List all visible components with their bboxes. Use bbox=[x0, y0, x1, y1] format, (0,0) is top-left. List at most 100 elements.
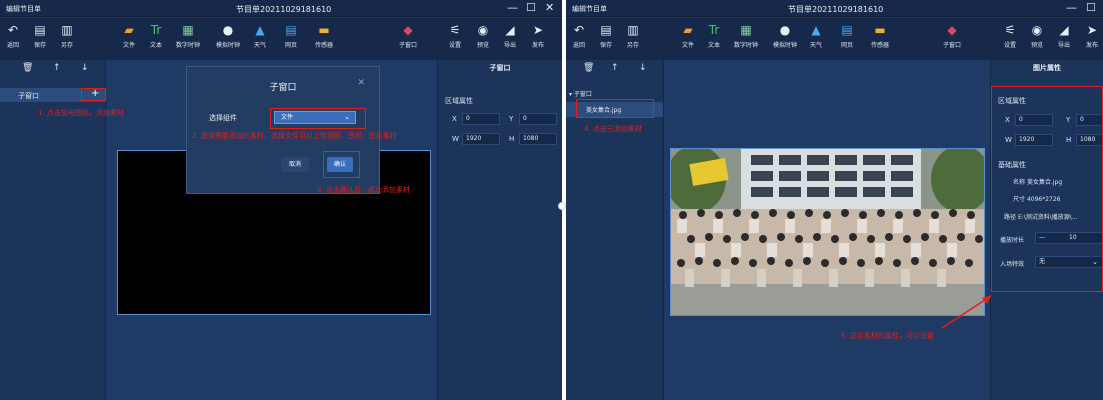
annotation-arrow bbox=[941, 295, 992, 329]
sensor-label: 传感器 bbox=[314, 42, 333, 49]
y-input[interactable]: 0 bbox=[519, 113, 557, 125]
text-icon: Tr bbox=[150, 23, 162, 37]
save-as-button[interactable]: ▥ 另存 bbox=[49, 22, 85, 49]
close-button[interactable]: ✕ bbox=[545, 1, 554, 15]
move-up-icon[interactable]: ↑ bbox=[53, 63, 61, 73]
x-label: X bbox=[452, 115, 457, 123]
add-subwindow-button[interactable]: ◆ 子窗口 bbox=[934, 22, 970, 49]
h-label: H bbox=[509, 135, 515, 143]
toolbar: ↶ 返回 ▤ 保存 ▥ 另存 ▰ 文件 Tr 文本 ▦ 数字时钟 ● 模拟时钟 ▲ 天气 ▤ 网页… bbox=[0, 18, 562, 60]
annotation-box-confirm bbox=[323, 151, 360, 178]
publish-icon: ➤ bbox=[1086, 23, 1098, 37]
component-label: 选择组件 bbox=[209, 114, 237, 122]
annotation-step-4: 4. 点击已添加素材 bbox=[584, 125, 642, 133]
save-as-label: 另存 bbox=[60, 42, 73, 49]
annotation-box-add bbox=[81, 88, 106, 101]
y-label: Y bbox=[509, 115, 514, 123]
digital-clock-label: 数字时钟 bbox=[733, 42, 758, 49]
webpage-label: 网页 bbox=[284, 42, 297, 49]
move-up-icon[interactable]: ↑ bbox=[611, 63, 619, 73]
delete-icon[interactable]: 🗑 bbox=[22, 63, 33, 73]
region-section-title: 区域属性 bbox=[445, 97, 473, 105]
title-bar: 编辑节目单 节目单20211029181610 — ☐ ✕ bbox=[0, 0, 562, 17]
add-webpage-button[interactable]: ▤ 网页 bbox=[273, 22, 309, 49]
layer-tools: 🗑 ↑ ↓ bbox=[566, 60, 663, 78]
document-title: 节目单20211029181610 bbox=[788, 5, 884, 14]
subwindow-label: 子窗口 bbox=[398, 42, 417, 49]
digital-clock-icon: ▦ bbox=[182, 23, 194, 37]
subwindow-icon: ◆ bbox=[403, 23, 413, 37]
dialog-title: 子窗口 bbox=[269, 83, 297, 93]
move-down-icon[interactable]: ↓ bbox=[639, 63, 647, 73]
annotation-box-select bbox=[270, 108, 366, 129]
webpage-icon: ▤ bbox=[285, 23, 297, 37]
cancel-button[interactable]: 取消 bbox=[281, 157, 309, 172]
maximize-button[interactable]: ☐ bbox=[1086, 1, 1096, 15]
dialog-close-icon[interactable]: ✕ bbox=[357, 78, 365, 88]
property-panel: 子窗口 区域属性 X 0 Y 0 W 1920 H 1080 bbox=[437, 60, 562, 400]
app-name: 编辑节目单 bbox=[6, 5, 41, 13]
title-bar: 编辑节目单 节目单20211029181610 — ☐ bbox=[566, 0, 1103, 17]
annotation-step-2: 2. 选择需要添加的素材，选择文件可以上传视频、音频、图片素材 bbox=[192, 132, 397, 140]
subwindow-label: 子窗口 bbox=[942, 42, 961, 49]
analog-clock-icon: ● bbox=[222, 23, 234, 37]
text-icon: Tr bbox=[708, 23, 720, 37]
annotation-step-5: 5. 显示素材的属性，可以设置 bbox=[841, 332, 934, 340]
digital-clock-label: 数字时钟 bbox=[175, 42, 200, 49]
digital-clock-icon: ▦ bbox=[740, 23, 752, 37]
minimize-button[interactable]: — bbox=[1066, 1, 1077, 15]
add-sensor-button[interactable]: ▬ 传感器 bbox=[306, 22, 342, 49]
layer-tools: 🗑 ↑ ↓ bbox=[0, 60, 105, 78]
publish-label: 发布 bbox=[1085, 42, 1098, 49]
sensor-icon: ▬ bbox=[874, 23, 886, 37]
save-as-button[interactable]: ▥ 另存 bbox=[615, 22, 651, 49]
webpage-label: 网页 bbox=[840, 42, 853, 49]
panel-title: 图片属性 bbox=[1033, 64, 1061, 72]
w-label: W bbox=[452, 135, 459, 143]
analog-clock-label: 模拟时钟 bbox=[215, 42, 240, 49]
right-editor-window: 编辑节目单 节目单20211029181610 — ☐ ↶ 返回 ▤ 保存 ▥ 另存 … bbox=[566, 0, 1103, 400]
sensor-icon: ▬ bbox=[318, 23, 330, 37]
publish-button[interactable]: ➤ 发布 bbox=[520, 22, 556, 49]
panel-title: 子窗口 bbox=[489, 64, 511, 72]
w-input[interactable]: 1920 bbox=[462, 133, 500, 145]
tree-item-label: 子窗口 bbox=[18, 92, 39, 100]
add-text-button[interactable]: Tr 文本 bbox=[138, 22, 174, 49]
document-title: 节目单20211029181610 bbox=[236, 5, 332, 14]
publish-button[interactable]: ➤ 发布 bbox=[1074, 22, 1103, 49]
annotation-box-material bbox=[576, 99, 654, 118]
webpage-icon: ▤ bbox=[841, 23, 853, 37]
annotation-box-properties bbox=[991, 86, 1103, 292]
add-digital-clock-button[interactable]: ▦ 数字时钟 bbox=[170, 22, 206, 49]
add-analog-clock-button[interactable]: ● 模拟时钟 bbox=[210, 22, 246, 49]
x-input[interactable]: 0 bbox=[462, 113, 500, 125]
sensor-label: 传感器 bbox=[870, 42, 889, 49]
save-as-label: 另存 bbox=[626, 42, 639, 49]
subwindow-icon: ◆ bbox=[947, 23, 957, 37]
maximize-button[interactable]: ☐ bbox=[526, 1, 536, 15]
group-photo[interactable] bbox=[670, 148, 985, 316]
annotation-step-3: 3. 点击确认后，成功添加素材 bbox=[317, 186, 410, 194]
tree-parent-subwindow[interactable]: ▾ 子窗口 bbox=[569, 89, 592, 98]
delete-icon[interactable]: 🗑 bbox=[583, 63, 594, 73]
save-as-icon: ▥ bbox=[627, 23, 639, 37]
group-photo-image bbox=[671, 149, 984, 315]
h-input[interactable]: 1080 bbox=[519, 133, 557, 145]
save-as-icon: ▥ bbox=[61, 23, 73, 37]
add-subwindow-button[interactable]: ◆ 子窗口 bbox=[390, 22, 426, 49]
minimize-button[interactable]: — bbox=[507, 1, 518, 15]
app-name: 编辑节目单 bbox=[572, 5, 607, 13]
left-editor-window: 编辑节目单 节目单20211029181610 — ☐ ✕ ↶ 返回 ▤ 保存 ▥ 另… bbox=[0, 0, 562, 400]
add-digital-clock-button[interactable]: ▦ 数字时钟 bbox=[728, 22, 764, 49]
toolbar: ↶ 返回 ▤ 保存 ▥ 另存 ▰ 文件 Tr 文本 ▦ 数字时钟 ● 模拟时钟 ▲ 天气 ▤ 网页… bbox=[566, 18, 1103, 60]
divider-handle bbox=[558, 202, 566, 210]
add-webpage-button[interactable]: ▤ 网页 bbox=[829, 22, 865, 49]
annotation-step-1: 1. 点击加号图标，添加素材 bbox=[38, 109, 124, 117]
add-sensor-button[interactable]: ▬ 传感器 bbox=[862, 22, 898, 49]
add-text-button[interactable]: Tr 文本 bbox=[696, 22, 732, 49]
text-label: 文本 bbox=[707, 42, 720, 49]
move-down-icon[interactable]: ↓ bbox=[81, 63, 89, 73]
publish-icon: ➤ bbox=[532, 23, 544, 37]
publish-label: 发布 bbox=[531, 42, 544, 49]
text-label: 文本 bbox=[149, 42, 162, 49]
